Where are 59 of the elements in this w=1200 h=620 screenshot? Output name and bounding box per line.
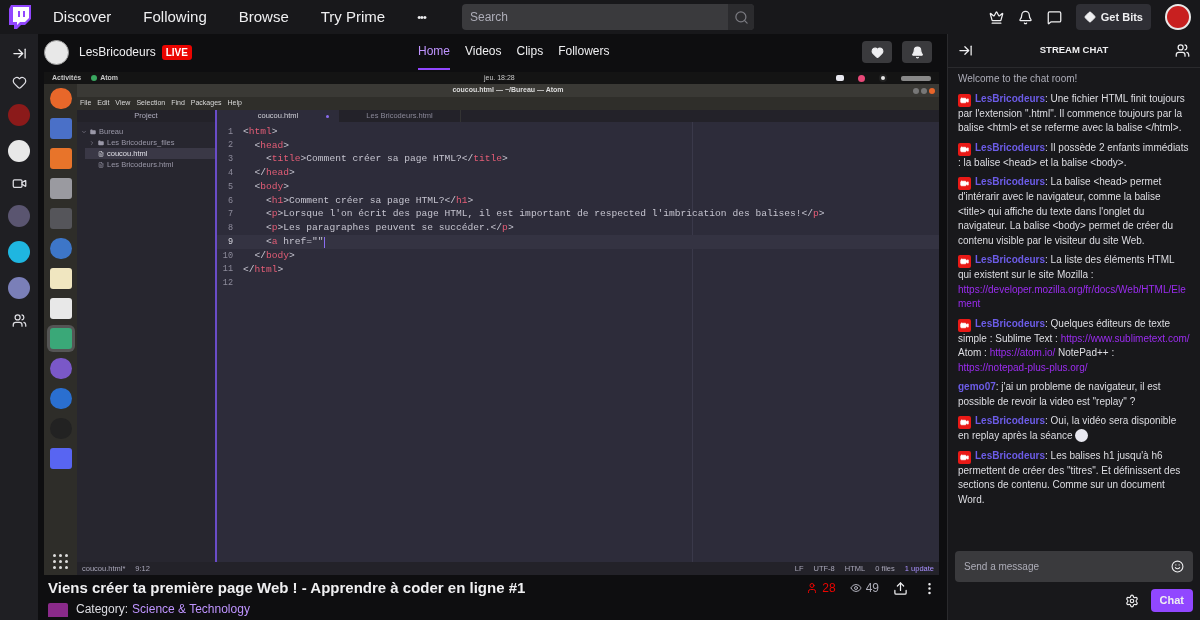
search-placeholder: Search (469, 9, 510, 26)
viewer-count: 28 (822, 580, 836, 597)
chat-message: LesBricodeurs: Il possède 2 enfants immédiats : la balise <head> et la balise <body>. (958, 140, 1190, 170)
channel-tab[interactable]: Videos (465, 34, 502, 70)
code-line: </body> (253, 248, 295, 263)
more-button[interactable]: ••• (417, 8, 426, 26)
chat-button[interactable]: Chat (1150, 589, 1193, 612)
code-line: <a href="" (265, 235, 324, 250)
code-line: <html> (243, 124, 278, 139)
chat-message: LesBricodeurs: Les balises h1 jusqu'à h6 permettent de créer des "titres". Et définissent des sections de contenu. Comme sur un document Word. (958, 448, 1182, 507)
channel-tab[interactable]: Home (418, 34, 450, 70)
nav-link[interactable]: Try Prime (320, 5, 386, 29)
code-line: </head> (253, 166, 295, 181)
channel-name[interactable]: LesBricodeurs (79, 43, 156, 61)
line-number: 12 (221, 277, 234, 291)
line-number: 7 (226, 208, 234, 222)
chat-message: LesBricodeurs: Une fichier HTML finit toujours par l'extension ".html". Il commence toujours par la balise <html> et se referme avec la balise </html>. (958, 91, 1186, 135)
chat-link[interactable]: https://atom.io/ (989, 347, 1056, 358)
line-number: 5 (226, 180, 234, 194)
line-number: 3 (226, 153, 234, 166)
chat-message: LesBricodeurs: La liste des éléments HTML qui existent sur le site Mozilla : https://developer.mozilla.org/fr/docs/Web/HTML/Element (958, 253, 1190, 312)
code-line: <head> (253, 138, 290, 153)
chat-message: gemo07: j'ai un probleme de navigateur, il est possible de revoir la video est "replay" ? (958, 380, 1162, 409)
welcome-message: Welcome to the chat room! (958, 72, 1079, 86)
code-line: <p>Les paragraphes peuvent se succéder.</p> (265, 221, 514, 236)
chat-input[interactable]: Send a message (955, 551, 1193, 582)
line-number: 2 (226, 139, 234, 153)
code-line: <h1>Comment créer sa page HTML?</h1> (265, 193, 474, 208)
line-number: 8 (226, 222, 234, 235)
code-line: </html> (243, 262, 284, 277)
get-bits-button[interactable]: Get Bits (1075, 4, 1151, 30)
code-line: <p>Lorsque l'on écrit des page HTML, il est important de respected l'imbrication des balises!</p> (265, 207, 825, 222)
chat-link[interactable]: https://www.sublimetext.com/ (1060, 332, 1190, 344)
chat-title: STREAM CHAT (1038, 43, 1110, 58)
nav-link[interactable]: Discover (53, 5, 112, 29)
nav-link[interactable]: Browse (238, 5, 289, 29)
chat-message: LesBricodeurs: La balise <head> permet d'intérarir avec le navigateur, comme la balise <title> qui affiche du texte dans l'onglet du navigateur. La balise <body> permet de créer du contenu visible par le visiteur du site Web. (958, 175, 1175, 248)
line-number: 10 (221, 249, 234, 263)
nav-link[interactable]: Following (143, 5, 207, 29)
live-badge: LIVE (161, 44, 192, 60)
chat-message: LesBricodeurs: Oui, la vidéo sera disponible en replay après la séance (958, 414, 1178, 444)
chat-link[interactable]: https://developer.mozilla.org/fr/docs/Web/HTML/Element (958, 282, 1190, 312)
chat-link[interactable]: https://notepad-plus-plus.org/ (958, 361, 1088, 373)
view-count: 49 (865, 580, 879, 597)
line-number: 6 (226, 194, 234, 208)
line-number: 1 (226, 125, 234, 139)
stream-title: Viens créer ta première page Web ! - Apprendre à coder en ligne #1 (48, 577, 526, 598)
line-number: 11 (221, 263, 234, 277)
code-line: <title>Comment créer sa page HTML?</title> (265, 152, 508, 167)
channel-tab[interactable]: Followers (558, 34, 610, 70)
chat-placeholder: Send a message (964, 560, 1041, 574)
code-line: <body> (253, 179, 290, 194)
line-number: 9 (226, 235, 234, 249)
channel-tab[interactable]: Clips (516, 34, 544, 70)
category-link[interactable]: Science & Technology (132, 600, 250, 618)
chat-message: LesBricodeurs: Quelques éditeurs de texte simple : Sublime Text : https://www.sublimetext.com/ Atom : https://atom.io/ NotePad++ : https://notepad-plus-plus.org/ (958, 316, 1190, 375)
search-field[interactable]: Search (462, 4, 754, 30)
category-label: Category: (76, 601, 129, 618)
line-number: 4 (226, 166, 234, 180)
